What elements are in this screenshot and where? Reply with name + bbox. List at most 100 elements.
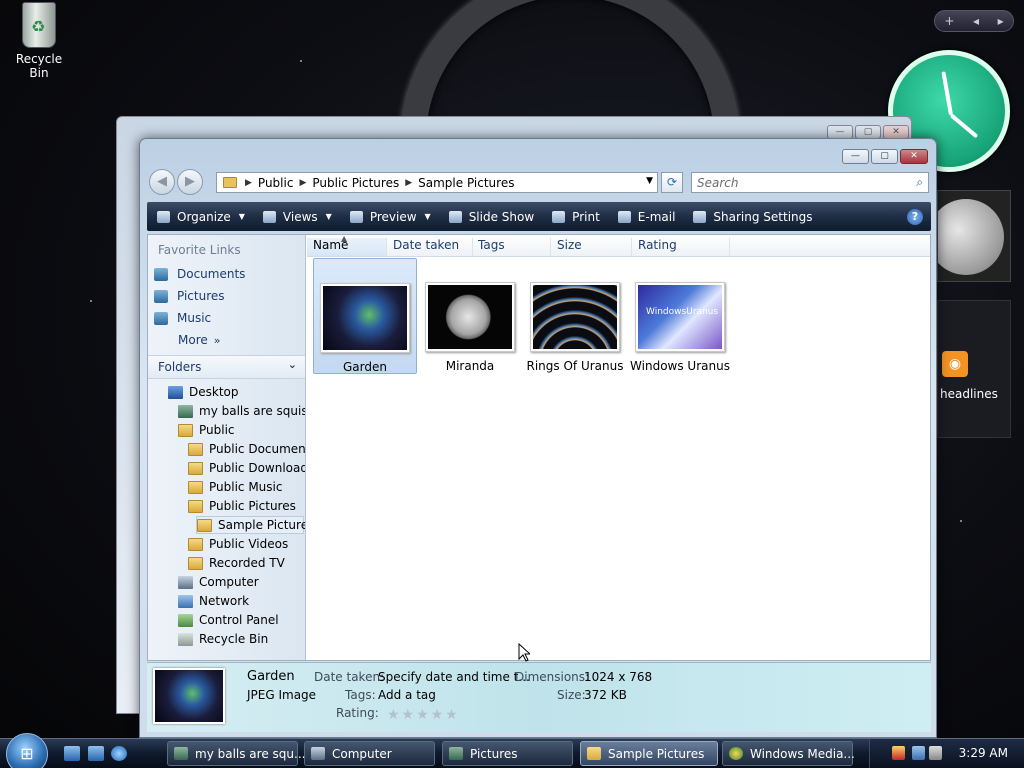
taskbar-item-windows-media[interactable]: Windows Media... — [722, 741, 855, 766]
breadcrumb-sample-pictures[interactable]: Sample Pictures — [418, 176, 514, 190]
breadcrumb-separator[interactable]: ▶ — [405, 178, 412, 188]
print-button[interactable]: Print — [552, 210, 600, 224]
favorite-music[interactable]: Music — [154, 311, 211, 325]
rating-stars[interactable]: ★★★★★ — [387, 707, 460, 723]
column-name[interactable]: ▲ Name — [307, 234, 387, 256]
views-label: Views — [282, 209, 318, 224]
file-name: Windows Uranus — [630, 359, 730, 373]
tree-item-label: Desktop — [189, 385, 239, 399]
details-date-label: Date taken: — [314, 670, 385, 684]
breadcrumb-public[interactable]: Public — [258, 176, 294, 190]
tree-item-computer[interactable]: Computer — [178, 573, 259, 591]
breadcrumb-separator[interactable]: ▶ — [245, 178, 252, 188]
tree-item-user-folder[interactable]: my balls are squishy — [178, 402, 305, 420]
column-size[interactable]: Size — [551, 238, 632, 256]
refresh-button[interactable]: ⟳ — [661, 172, 683, 193]
tree-item-public-music[interactable]: Public Music — [188, 478, 282, 496]
breadcrumb-public-pictures[interactable]: Public Pictures — [312, 176, 399, 190]
close-button[interactable]: ✕ — [900, 149, 928, 164]
tree-item-control-panel[interactable]: Control Panel — [178, 611, 279, 629]
tree-item-desktop[interactable]: Desktop — [168, 383, 239, 401]
file-item-garden[interactable]: Garden — [313, 258, 417, 374]
volume-muted-icon[interactable] — [929, 746, 942, 760]
breadcrumb-separator[interactable]: ▶ — [299, 178, 306, 188]
column-tags-label: Tags — [478, 238, 505, 252]
search-input[interactable]: Search ⌕ — [691, 172, 929, 193]
bg-minimize-button[interactable]: — — [827, 125, 853, 139]
help-icon[interactable]: ? — [907, 209, 923, 225]
desktop-recycle-bin-label: Recycle Bin — [15, 52, 63, 80]
slideshow-button[interactable]: Slide Show — [448, 210, 534, 224]
favorite-more-label: More — [178, 333, 208, 347]
taskbar-item-sample-pictures[interactable]: Sample Pictures — [580, 741, 718, 766]
details-tags-label: Tags: — [345, 688, 376, 702]
column-rating-label: Rating — [638, 238, 677, 252]
taskbar-item-user-folder[interactable]: my balls are squ... — [167, 741, 305, 766]
column-date-taken[interactable]: Date taken — [387, 238, 473, 256]
bg-maximize-button[interactable]: ▢ — [855, 125, 881, 139]
views-button[interactable]: Views ▼ — [262, 209, 332, 224]
tree-item-public-videos[interactable]: Public Videos — [188, 535, 288, 553]
maximize-button[interactable]: ▢ — [871, 149, 898, 164]
tree-item-label: Public Music — [209, 480, 283, 494]
preview-button[interactable]: Preview ▼ — [349, 210, 431, 224]
favorite-pictures[interactable]: Pictures — [154, 289, 225, 303]
address-dropdown-icon[interactable]: ▼ — [646, 176, 653, 186]
taskbar-item-computer[interactable]: Computer — [304, 741, 435, 766]
slideshow-gadget[interactable] — [937, 190, 1011, 282]
search-icon[interactable]: ⌕ — [916, 175, 923, 190]
mouse-cursor-icon — [518, 643, 530, 662]
bg-close-button[interactable]: ✕ — [883, 125, 909, 139]
minimize-button[interactable]: — — [842, 149, 869, 164]
details-thumbnail — [153, 668, 225, 724]
tree-item-public-downloads[interactable]: Public Downloads — [188, 459, 305, 477]
garden-image — [323, 286, 407, 350]
internet-explorer-icon[interactable] — [111, 746, 127, 761]
prev-gadget-button[interactable]: ◂ — [973, 14, 979, 28]
organize-button[interactable]: Organize ▼ — [157, 210, 245, 224]
security-shield-icon[interactable] — [892, 746, 905, 760]
file-item-rings-of-uranus[interactable]: Rings Of Uranus — [523, 258, 627, 374]
tree-item-sample-pictures[interactable]: Sample Pictures — [196, 516, 305, 534]
folders-header[interactable]: Folders ⌄ — [148, 355, 305, 379]
folder-icon — [188, 461, 203, 475]
feed-headlines-label: headlines — [940, 387, 998, 401]
tree-item-public[interactable]: Public — [178, 421, 235, 439]
details-date-value[interactable]: Specify date and time t... — [378, 670, 530, 684]
file-item-miranda[interactable]: Miranda — [418, 258, 522, 374]
tree-item-public-pictures[interactable]: Public Pictures — [188, 497, 296, 515]
next-gadget-button[interactable]: ▸ — [998, 14, 1004, 28]
tree-item-recorded-tv[interactable]: Recorded TV — [188, 554, 285, 572]
chevron-down-icon: ▼ — [424, 212, 431, 221]
tree-item-network[interactable]: Network — [178, 592, 249, 610]
switch-windows-icon[interactable] — [88, 746, 104, 761]
back-button[interactable]: ◀ — [149, 169, 175, 195]
forward-button[interactable]: ▶ — [177, 169, 203, 195]
details-tags-value[interactable]: Add a tag — [378, 688, 436, 702]
add-gadget-button[interactable]: + — [944, 14, 954, 28]
chevron-down-icon: ▼ — [325, 212, 332, 221]
address-bar[interactable]: ▶ Public ▶ Public Pictures ▶ Sample Pict… — [216, 172, 658, 193]
taskbar-item-label: Windows Media... — [750, 746, 855, 761]
file-item-windows-uranus[interactable]: WindowsUranus Windows Uranus — [628, 258, 732, 374]
favorite-documents[interactable]: Documents — [154, 267, 245, 281]
tree-item-recycle-bin[interactable]: Recycle Bin — [178, 630, 268, 648]
favorite-more[interactable]: More » — [178, 333, 220, 347]
taskbar-item-pictures[interactable]: Pictures — [442, 741, 573, 766]
email-button[interactable]: E-mail — [617, 210, 675, 224]
show-desktop-icon[interactable] — [64, 746, 80, 761]
feed-headlines-gadget[interactable]: ◉ headlines — [937, 300, 1011, 438]
control-panel-icon — [178, 613, 193, 627]
sharing-settings-button[interactable]: Sharing Settings — [693, 210, 813, 224]
clock-time[interactable]: 3:29 AM — [959, 746, 1008, 760]
desktop-recycle-bin[interactable]: Recycle Bin — [6, 2, 72, 80]
column-rating[interactable]: Rating — [632, 238, 730, 256]
start-button[interactable]: ⊞ — [6, 733, 48, 768]
folder-icon — [197, 518, 212, 532]
column-tags[interactable]: Tags — [473, 238, 551, 256]
double-chevron-icon: » — [213, 333, 221, 347]
network-tray-icon[interactable] — [912, 746, 925, 760]
tree-item-label: Sample Pictures — [218, 518, 305, 532]
tree-item-public-documents[interactable]: Public Documents — [188, 440, 305, 458]
print-icon — [552, 210, 566, 223]
